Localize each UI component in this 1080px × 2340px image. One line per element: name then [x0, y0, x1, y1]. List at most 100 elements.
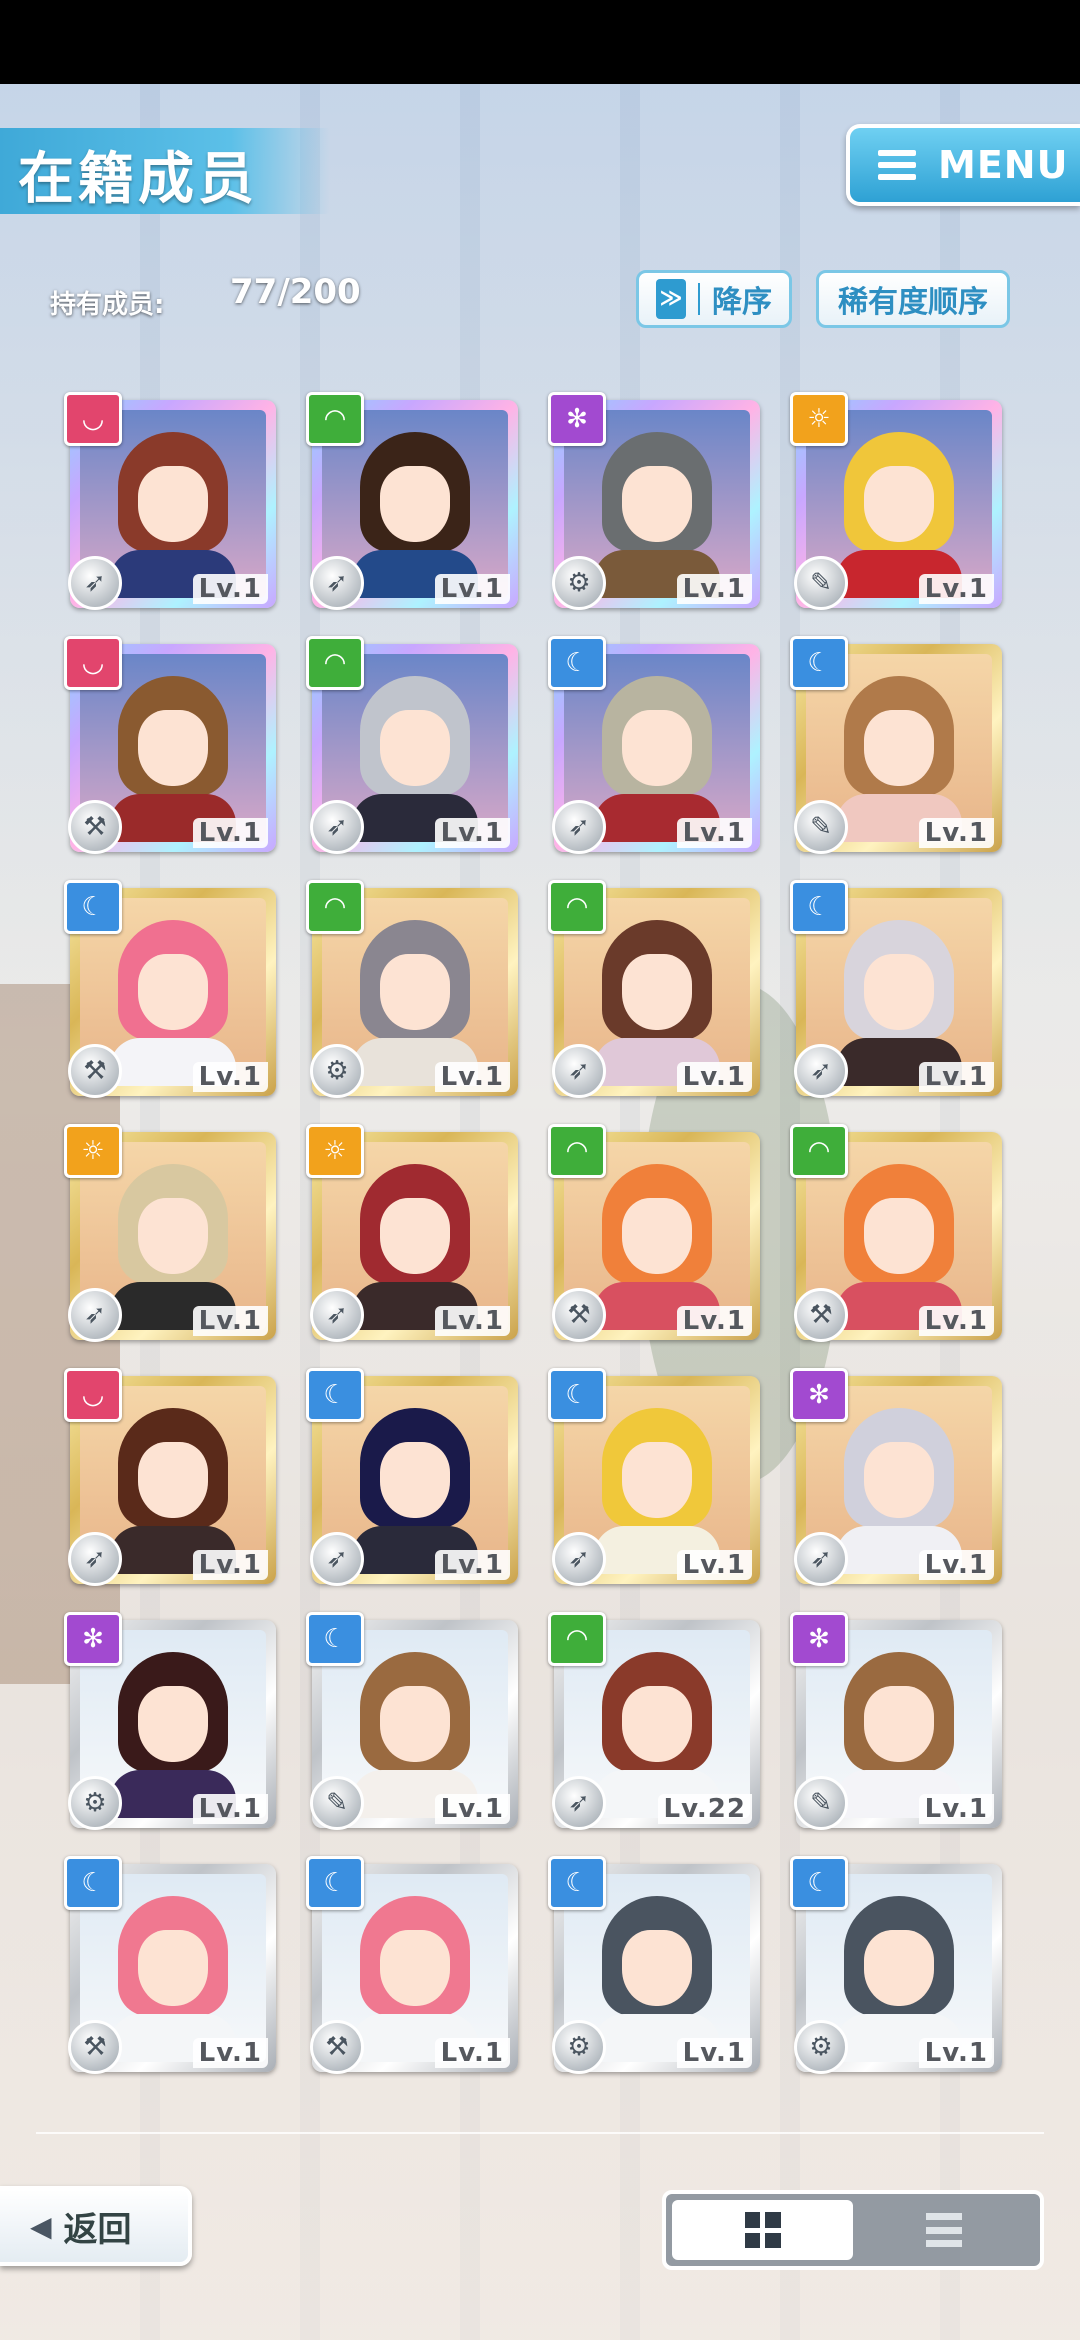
- portrait-face: [622, 1930, 692, 2006]
- sun-attribute-icon: ☼: [790, 392, 848, 446]
- grid-view-button[interactable]: [672, 2200, 853, 2260]
- wrench-icon: ➶: [310, 800, 364, 854]
- gear-icon: ⚙: [552, 556, 606, 610]
- flower-attribute-icon: ✻: [64, 1612, 122, 1666]
- hammer-icon: ⚒: [68, 2020, 122, 2074]
- grid-view-icon: [744, 2212, 781, 2248]
- smile-attribute-icon: ◡: [64, 636, 122, 690]
- member-card[interactable]: ◠ ➶ Lv.22: [548, 1612, 760, 1830]
- member-count-label: 持有成员:: [50, 290, 165, 320]
- page-title: 在籍成员: [18, 147, 258, 212]
- status-bar: [0, 0, 1080, 84]
- level-label: Lv.1: [676, 2038, 752, 2068]
- pen-icon: ✎: [310, 1776, 364, 1830]
- portrait-face: [864, 1442, 934, 1518]
- level-label: Lv.1: [434, 1794, 510, 1824]
- portrait-face: [864, 1930, 934, 2006]
- member-card[interactable]: ◠ ⚒ Lv.1: [790, 1124, 1002, 1342]
- member-card[interactable]: ☼ ✎ Lv.1: [790, 392, 1002, 610]
- member-card[interactable]: ◠ ➶ Lv.1: [306, 636, 518, 854]
- member-card[interactable]: ◠ ➶ Lv.1: [548, 880, 760, 1098]
- portrait-face: [864, 710, 934, 786]
- level-label: Lv.1: [676, 574, 752, 604]
- member-card[interactable]: ☾ ⚒ Lv.1: [64, 1856, 276, 2074]
- sort-order-button[interactable]: ≫ 降序: [636, 270, 792, 328]
- member-card[interactable]: ✻ ➶ Lv.1: [790, 1368, 1002, 1586]
- menu-button[interactable]: MENU: [846, 124, 1080, 206]
- wrench-icon: ➶: [310, 1288, 364, 1342]
- member-card[interactable]: ☾ ➶ Lv.1: [306, 1368, 518, 1586]
- portrait-face: [380, 1198, 450, 1274]
- gear-icon: ⚙: [552, 2020, 606, 2074]
- portrait-face: [622, 1198, 692, 1274]
- portrait-face: [622, 710, 692, 786]
- member-card[interactable]: ☼ ➶ Lv.1: [306, 1124, 518, 1342]
- member-count-value: 77/200: [230, 272, 361, 312]
- hammer-icon: ⚒: [552, 1288, 606, 1342]
- moon-attribute-icon: ☾: [790, 636, 848, 690]
- level-label: Lv.1: [676, 1062, 752, 1092]
- member-card[interactable]: ☾ ⚒ Lv.1: [306, 1856, 518, 2074]
- member-card[interactable]: ◡ ➶ Lv.1: [64, 1368, 276, 1586]
- portrait-face: [138, 1442, 208, 1518]
- level-label: Lv.1: [918, 1550, 994, 1580]
- back-label: 返回: [63, 2209, 132, 2250]
- pure-attribute-icon: ◠: [790, 1124, 848, 1178]
- member-card[interactable]: ☾ ⚒ Lv.1: [64, 880, 276, 1098]
- level-label: Lv.1: [918, 818, 994, 848]
- member-card[interactable]: ◡ ⚒ Lv.1: [64, 636, 276, 854]
- flower-attribute-icon: ✻: [790, 1612, 848, 1666]
- pure-attribute-icon: ◠: [306, 636, 364, 690]
- member-card[interactable]: ☾ ➶ Lv.1: [790, 880, 1002, 1098]
- member-card[interactable]: ✻ ✎ Lv.1: [790, 1612, 1002, 1830]
- pure-attribute-icon: ◠: [548, 1612, 606, 1666]
- member-card[interactable]: ◠ ⚙ Lv.1: [306, 880, 518, 1098]
- portrait-face: [380, 954, 450, 1030]
- portrait-face: [380, 1442, 450, 1518]
- member-card[interactable]: ◡ ➶ Lv.1: [64, 392, 276, 610]
- wrench-icon: ➶: [68, 1532, 122, 1586]
- wrench-icon: ➶: [552, 1532, 606, 1586]
- pen-icon: ✎: [794, 800, 848, 854]
- level-label: Lv.22: [657, 1794, 752, 1824]
- portrait-face: [380, 1686, 450, 1762]
- level-label: Lv.1: [434, 818, 510, 848]
- pure-attribute-icon: ◠: [548, 1124, 606, 1178]
- member-card[interactable]: ☼ ➶ Lv.1: [64, 1124, 276, 1342]
- member-card[interactable]: ☾ ⚙ Lv.1: [790, 1856, 1002, 2074]
- level-label: Lv.1: [918, 1794, 994, 1824]
- portrait-face: [864, 1198, 934, 1274]
- portrait-face: [864, 954, 934, 1030]
- member-card[interactable]: ☾ ⚙ Lv.1: [548, 1856, 760, 2074]
- portrait-face: [380, 1930, 450, 2006]
- member-card[interactable]: ✻ ⚙ Lv.1: [548, 392, 760, 610]
- member-card[interactable]: ☾ ✎ Lv.1: [790, 636, 1002, 854]
- flower-attribute-icon: ✻: [548, 392, 606, 446]
- back-arrow-icon: ◀: [30, 2209, 52, 2243]
- member-card[interactable]: ☾ ✎ Lv.1: [306, 1612, 518, 1830]
- member-card[interactable]: ◠ ⚒ Lv.1: [548, 1124, 760, 1342]
- moon-attribute-icon: ☾: [790, 1856, 848, 1910]
- portrait-face: [864, 466, 934, 542]
- back-button[interactable]: ◀ 返回: [0, 2186, 192, 2266]
- portrait-face: [138, 1686, 208, 1762]
- portrait-face: [622, 466, 692, 542]
- portrait-face: [380, 466, 450, 542]
- wrench-icon: ➶: [552, 800, 606, 854]
- moon-attribute-icon: ☾: [64, 1856, 122, 1910]
- level-label: Lv.1: [192, 1306, 268, 1336]
- member-card[interactable]: ✻ ⚙ Lv.1: [64, 1612, 276, 1830]
- footer-divider: [36, 2132, 1044, 2134]
- list-view-button[interactable]: [853, 2200, 1034, 2260]
- member-card[interactable]: ◠ ➶ Lv.1: [306, 392, 518, 610]
- wrench-icon: ➶: [68, 1288, 122, 1342]
- moon-attribute-icon: ☾: [306, 1612, 364, 1666]
- flower-attribute-icon: ✻: [790, 1368, 848, 1422]
- sort-rarity-button[interactable]: 稀有度顺序: [816, 270, 1010, 328]
- member-card[interactable]: ☾ ➶ Lv.1: [548, 1368, 760, 1586]
- smile-attribute-icon: ◡: [64, 1368, 122, 1422]
- pure-attribute-icon: ◠: [548, 880, 606, 934]
- gear-icon: ⚙: [310, 1044, 364, 1098]
- member-card[interactable]: ☾ ➶ Lv.1: [548, 636, 760, 854]
- hamburger-icon: [878, 150, 916, 180]
